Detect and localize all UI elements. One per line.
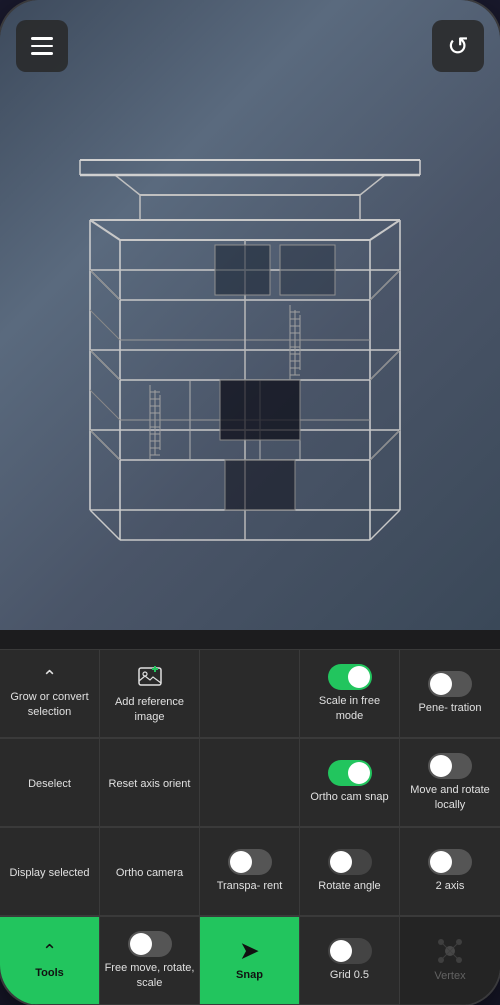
2axis-toggle[interactable] xyxy=(428,849,472,875)
toggle-knob xyxy=(430,851,452,873)
ortho-camera-cell[interactable]: Ortho camera xyxy=(100,828,200,916)
scale-free-toggle[interactable] xyxy=(328,664,372,690)
toggle-knob xyxy=(430,673,452,695)
toggle-knob xyxy=(348,666,370,688)
hamburger-icon xyxy=(31,37,53,55)
free-move-toggle[interactable] xyxy=(128,931,172,957)
grid-05-label: Grid 0.5 xyxy=(330,968,369,982)
add-reference-cell[interactable]: Add reference image xyxy=(100,650,200,738)
toggle-knob xyxy=(430,755,452,777)
scale-free-cell[interactable]: Scale in free mode xyxy=(300,650,400,738)
free-move-label: Free move, rotate, scale xyxy=(104,961,195,990)
grid-05-toggle[interactable] xyxy=(328,938,372,964)
undo-button[interactable]: ↺ xyxy=(432,20,484,72)
snap-arrow-icon: ➤ xyxy=(240,938,258,964)
free-move-cell[interactable]: Free move, rotate, scale xyxy=(100,917,200,1005)
display-selected-label: Display selected xyxy=(9,866,89,880)
rotate-angle-cell[interactable]: Rotate angle xyxy=(300,828,400,916)
ortho-cam-snap-label: Ortho cam snap xyxy=(310,790,388,804)
top-bar: ↺ xyxy=(0,0,500,80)
toggle-knob xyxy=(230,851,252,873)
ortho-cam-snap-toggle[interactable] xyxy=(328,760,372,786)
menu-button[interactable] xyxy=(16,20,68,72)
toggle-knob xyxy=(330,940,352,962)
3d-viewport: ↺ xyxy=(0,0,500,630)
tools-arrow-icon: ⌃ xyxy=(42,941,57,962)
building-wireframe xyxy=(60,40,440,600)
add-reference-label: Add reference image xyxy=(104,695,195,724)
empty-cell-1 xyxy=(200,650,300,738)
toggle-knob xyxy=(330,851,352,873)
snap-button-label: Snap xyxy=(236,968,263,982)
vertex-label: Vertex xyxy=(434,969,465,983)
reset-axis-cell[interactable]: Reset axis orient xyxy=(100,739,200,827)
vertex-icon xyxy=(436,937,464,965)
move-rotate-label: Move and rotate locally xyxy=(404,783,496,812)
tools-button-cell[interactable]: ⌃ Tools xyxy=(0,917,100,1005)
toggle-knob xyxy=(348,762,370,784)
scale-free-label: Scale in free mode xyxy=(304,694,395,723)
move-rotate-cell[interactable]: Move and rotate locally xyxy=(400,739,500,827)
bottom-toolbar: ⌃ Grow or convert selection Add referenc… xyxy=(0,649,500,1005)
rotate-angle-toggle[interactable] xyxy=(328,849,372,875)
toolbar-row-2: Deselect Reset axis orient Ortho cam sna… xyxy=(0,738,500,827)
ortho-camera-label: Ortho camera xyxy=(116,866,183,880)
transparent-toggle[interactable] xyxy=(228,849,272,875)
vertex-cell[interactable]: Vertex xyxy=(400,917,500,1005)
add-reference-icon xyxy=(136,663,164,691)
2axis-cell[interactable]: 2 axis xyxy=(400,828,500,916)
ortho-cam-snap-cell[interactable]: Ortho cam snap xyxy=(300,739,400,827)
deselect-label: Deselect xyxy=(28,777,71,791)
2axis-label: 2 axis xyxy=(436,879,465,893)
snap-button-cell[interactable]: ➤ Snap xyxy=(200,917,300,1005)
penetration-label: Pene- tration xyxy=(419,701,482,715)
toolbar-row-1: ⌃ Grow or convert selection Add referenc… xyxy=(0,649,500,738)
transparent-label: Transpa- rent xyxy=(217,879,283,893)
empty-cell-2 xyxy=(200,739,300,827)
display-selected-cell[interactable]: Display selected xyxy=(0,828,100,916)
toggle-knob xyxy=(130,933,152,955)
reset-axis-label: Reset axis orient xyxy=(109,777,191,791)
transparent-cell[interactable]: Transpa- rent xyxy=(200,828,300,916)
penetration-cell[interactable]: Pene- tration xyxy=(400,650,500,738)
grid-05-cell[interactable]: Grid 0.5 xyxy=(300,917,400,1005)
phone-frame: ↺ ⌃ Grow or convert selection Add ref xyxy=(0,0,500,1005)
move-rotate-toggle[interactable] xyxy=(428,753,472,779)
penetration-toggle[interactable] xyxy=(428,671,472,697)
viewport-background: ↺ xyxy=(0,0,500,630)
deselect-cell[interactable]: Deselect xyxy=(0,739,100,827)
toolbar-row-4: ⌃ Tools Free move, rotate, scale ➤ Snap … xyxy=(0,916,500,1005)
toolbar-row-3: Display selected Ortho camera Transpa- r… xyxy=(0,827,500,916)
tools-button-label: Tools xyxy=(35,966,64,980)
grow-convert-cell[interactable]: ⌃ Grow or convert selection xyxy=(0,650,100,738)
grow-convert-label: Grow or convert selection xyxy=(4,690,95,719)
rotate-angle-label: Rotate angle xyxy=(318,879,380,893)
chevron-up-icon: ⌃ xyxy=(42,668,57,686)
